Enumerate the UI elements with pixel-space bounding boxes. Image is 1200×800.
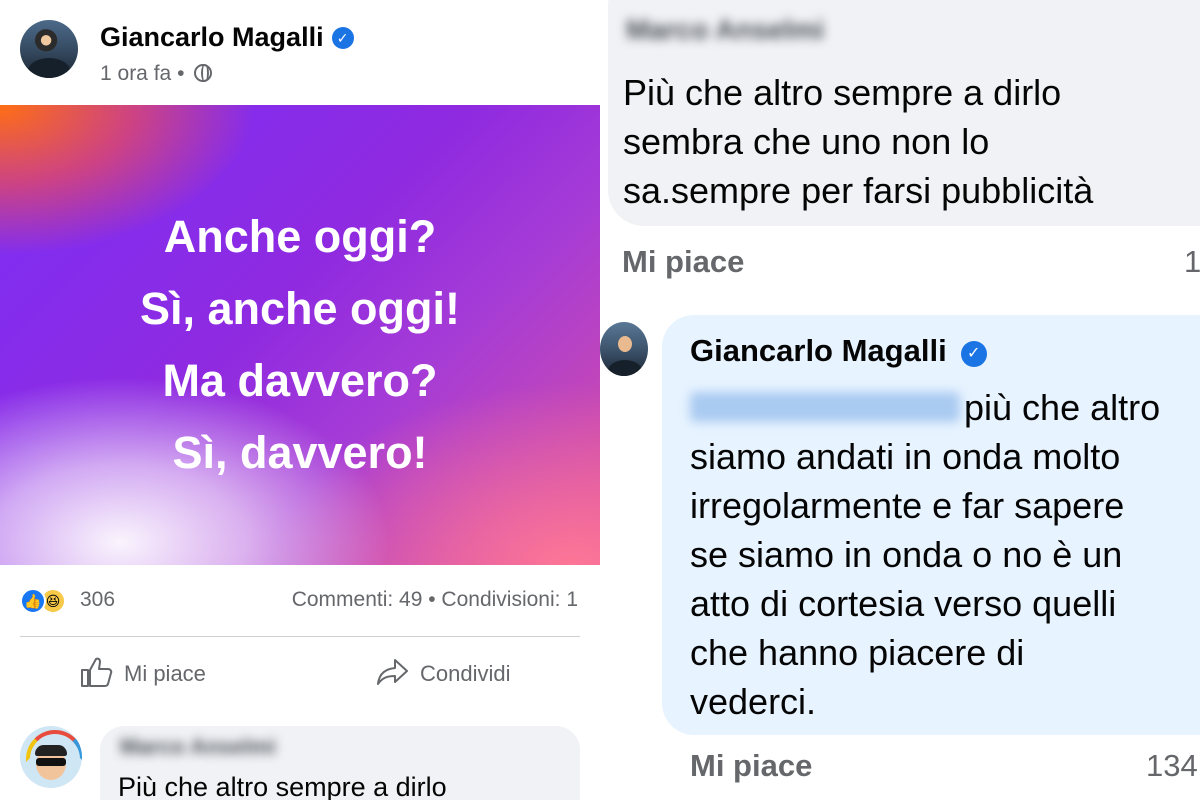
reply-line-3: irregolarmente e far sapere [690,485,1125,526]
reaction-count[interactable]: 306 [80,588,115,612]
left-screenshot: Giancarlo Magalli ✓ 1 ora fa • Anche oggi… [0,0,600,800]
reply-like-link[interactable]: Mi piace [690,748,812,784]
blurred-commenter-name-zoomed[interactable]: Marco Anselmi [626,14,824,46]
commenter-avatar[interactable] [20,726,82,788]
share-arrow-icon [377,659,408,685]
reply-line-4: se siamo in onda o no è un [690,534,1123,575]
engagement-counts[interactable]: Commenti: 49 • Condivisioni: 1 [292,588,578,612]
globe-icon [194,64,213,82]
image-line-3: Ma davvero? [162,355,438,406]
reply-text: più che altro siamo andati in onda molto… [690,383,1160,726]
reply-reaction-count[interactable]: 134 [1146,748,1198,784]
image-line-4: Sì, davvero! [172,427,428,478]
comment-text-zoomed: Più che altro sempre a dirlo sembra che … [623,68,1093,215]
right-screenshot: Marco Anselmi Più che altro sempre a dir… [600,0,1200,800]
reply-bubble: Giancarlo Magalli ✓ più che altro siamo a… [662,315,1200,735]
like-reaction-icon[interactable]: 👍 [20,588,46,614]
like-button[interactable]: Mi piace [80,656,206,696]
author-avatar[interactable] [20,20,78,78]
divider [20,636,580,637]
blurred-mention[interactable] [690,392,960,422]
blurred-commenter-name[interactable]: Marco Anselmi [120,734,276,760]
share-button-label: Condividi [420,661,511,686]
author-name[interactable]: Giancarlo Magalli ✓ [100,22,354,53]
thumbs-up-icon [81,657,113,687]
comment-line-3: sa.sempre per farsi pubblicità [623,170,1094,211]
verified-badge-icon: ✓ [331,27,354,49]
reply-author-text[interactable]: Giancarlo Magalli [690,333,947,368]
comment-bubble: Marco Anselmi Più che altro sempre a dir… [100,726,580,800]
meta-separator: • [177,62,185,85]
verified-badge-icon: ✓ [960,341,987,367]
comment-bubble-zoomed: Marco Anselmi Più che altro sempre a dir… [608,0,1200,226]
image-line-1: Anche oggi? [163,211,437,262]
image-line-2: Sì, anche oggi! [139,283,461,334]
reply-author-name[interactable]: Giancarlo Magalli ✓ [690,333,987,369]
like-button-label: Mi piace [124,661,206,686]
post-image-text: Anche oggi? Sì, anche oggi! Ma davvero? … [0,201,600,489]
post-stats: 👍 😆 306 Commenti: 49 • Condivisioni: 1 [20,584,580,618]
comment-line-1: Più che altro sempre a dirlo [623,72,1062,113]
comment-like-link[interactable]: Mi piace [622,244,744,280]
reply-line-5: atto di cortesia verso quelli [690,583,1117,624]
post-meta: 1 ora fa • [100,62,213,86]
post-time[interactable]: 1 ora fa [100,62,171,85]
reply-line-2: siamo andati in onda molto [690,436,1121,477]
comment-reaction-count[interactable]: 1 [1184,244,1200,280]
reply-line-6: che hanno piacere di [690,632,1025,673]
share-button[interactable]: Condividi [376,656,511,696]
reply-line-7: vederci. [690,681,817,722]
reply-first-line: più che altro [964,387,1161,428]
comment-text: Più che altro sempre a dirlo [118,772,447,800]
comment-line-2: sembra che uno non lo [623,121,990,162]
post-image[interactable]: Anche oggi? Sì, anche oggi! Ma davvero? … [0,105,600,565]
reply-line-1: più che altro [690,383,1160,432]
author-name-text[interactable]: Giancarlo Magalli [100,22,324,52]
reply-author-avatar[interactable] [600,322,648,376]
